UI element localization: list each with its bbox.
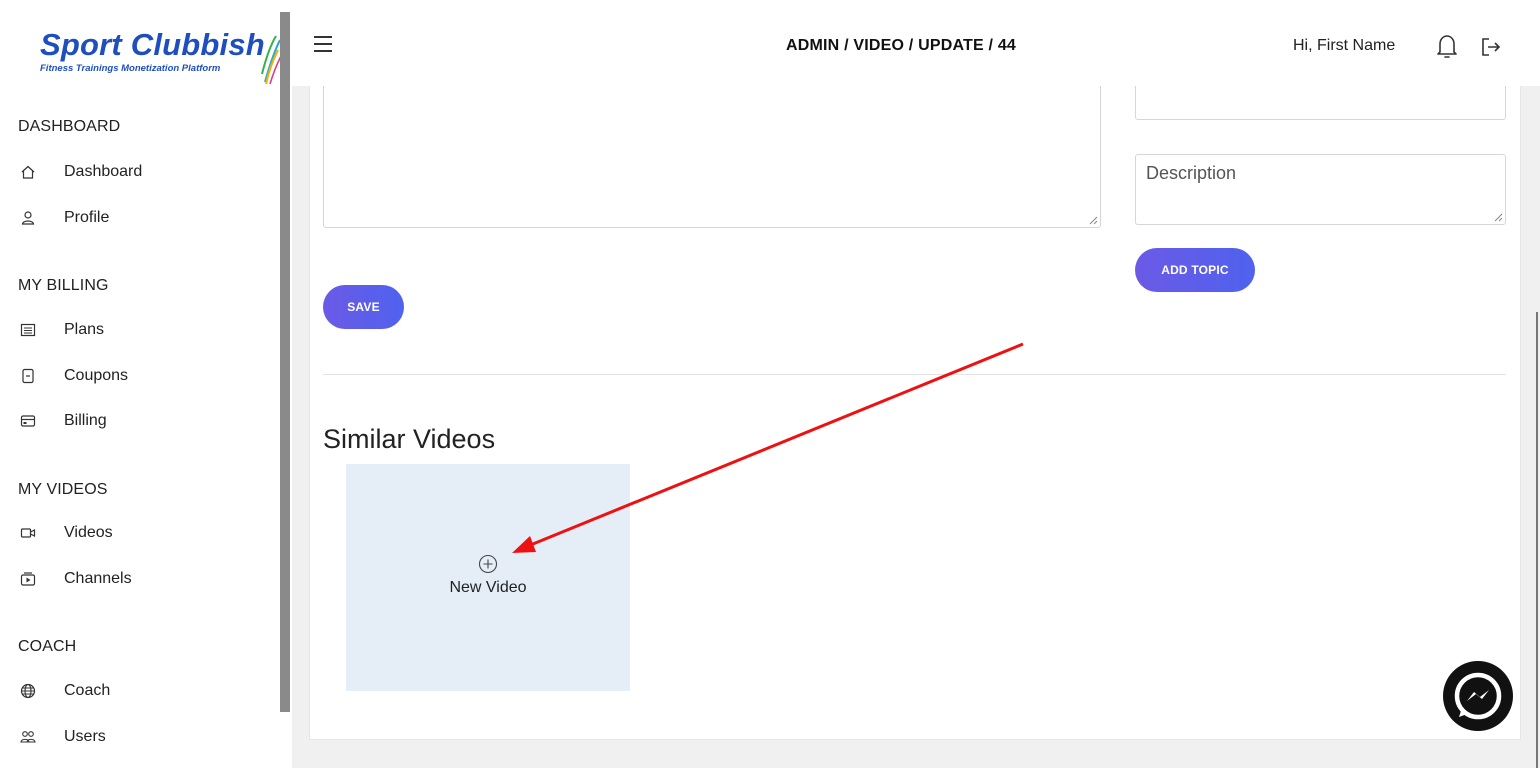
brand-title: Sport Clubbish (40, 27, 265, 62)
coupon-icon (18, 366, 38, 386)
resize-grip-icon[interactable] (1494, 213, 1503, 222)
add-topic-button[interactable]: ADD TOPIC (1135, 248, 1255, 292)
globe-icon (18, 681, 38, 701)
sidebar-item-plans[interactable]: Plans (18, 316, 104, 344)
breadcrumb: ADMIN / VIDEO / UPDATE / 44 (786, 37, 1017, 54)
home-icon (18, 162, 38, 182)
user-greeting[interactable]: Hi, First Name (1293, 37, 1395, 55)
sidebar-item-label: Coach (64, 682, 111, 699)
section-heading-coach: COACH (18, 638, 77, 655)
list-icon (18, 320, 38, 340)
logout-icon[interactable] (1480, 36, 1502, 58)
sidebar-item-label: Channels (64, 570, 132, 587)
logo-swoosh-icon (261, 35, 282, 85)
topic-description-field[interactable]: Description (1135, 154, 1506, 225)
sidebar-item-label: Users (64, 728, 106, 745)
credit-card-icon (18, 411, 38, 431)
similar-videos-heading: Similar Videos (323, 424, 496, 454)
sidebar-item-label: Plans (64, 321, 105, 338)
sidebar-item-label: Videos (64, 524, 113, 541)
sidebar: Sport Clubbish Fitness Trainings Monetiz… (0, 0, 282, 768)
sidebar-item-videos[interactable]: Videos (18, 519, 113, 547)
plus-circle-icon (478, 554, 498, 574)
video-camera-icon (18, 523, 38, 543)
section-heading-my-billing: MY BILLING (18, 277, 109, 294)
page-scrollbar[interactable] (1536, 312, 1538, 768)
channel-icon (18, 569, 38, 589)
user-icon (18, 208, 38, 228)
users-icon (18, 727, 38, 747)
messenger-chat-button[interactable] (1443, 661, 1513, 731)
sidebar-scrollbar[interactable] (280, 12, 290, 712)
sidebar-item-channels[interactable]: Channels (18, 565, 132, 593)
section-divider (323, 374, 1506, 375)
sidebar-item-profile[interactable]: Profile (18, 204, 109, 232)
sidebar-item-label: Coupons (64, 367, 129, 384)
section-heading-my-videos: MY VIDEOS (18, 481, 108, 498)
description-placeholder: Description (1146, 163, 1237, 183)
resize-grip-icon[interactable] (1089, 216, 1098, 225)
hamburger-menu-icon[interactable] (314, 36, 332, 52)
sidebar-item-users[interactable]: Users (18, 723, 106, 751)
brand-logo[interactable]: Sport Clubbish Fitness Trainings Monetiz… (40, 27, 282, 88)
section-heading-dashboard: DASHBOARD (18, 118, 121, 135)
top-header: ADMIN / VIDEO / UPDATE / 44 Hi, First Na… (292, 0, 1540, 86)
sidebar-item-label: Dashboard (64, 163, 143, 180)
video-details-textarea[interactable] (323, 70, 1101, 228)
sidebar-item-billing[interactable]: Billing (18, 407, 107, 435)
sidebar-item-coupons[interactable]: Coupons (18, 362, 128, 390)
bell-icon[interactable] (1435, 32, 1459, 60)
new-video-tile[interactable]: New Video (346, 464, 630, 691)
brand-subtitle: Fitness Trainings Monetization Platform (40, 63, 221, 74)
new-video-label: New Video (449, 579, 527, 596)
sidebar-item-label: Profile (64, 209, 110, 226)
sidebar-item-dashboard[interactable]: Dashboard (18, 158, 142, 186)
sidebar-item-coach[interactable]: Coach (18, 677, 110, 705)
sidebar-item-label: Billing (64, 412, 107, 429)
save-button[interactable]: SAVE (323, 285, 404, 329)
messenger-icon (1454, 672, 1502, 720)
